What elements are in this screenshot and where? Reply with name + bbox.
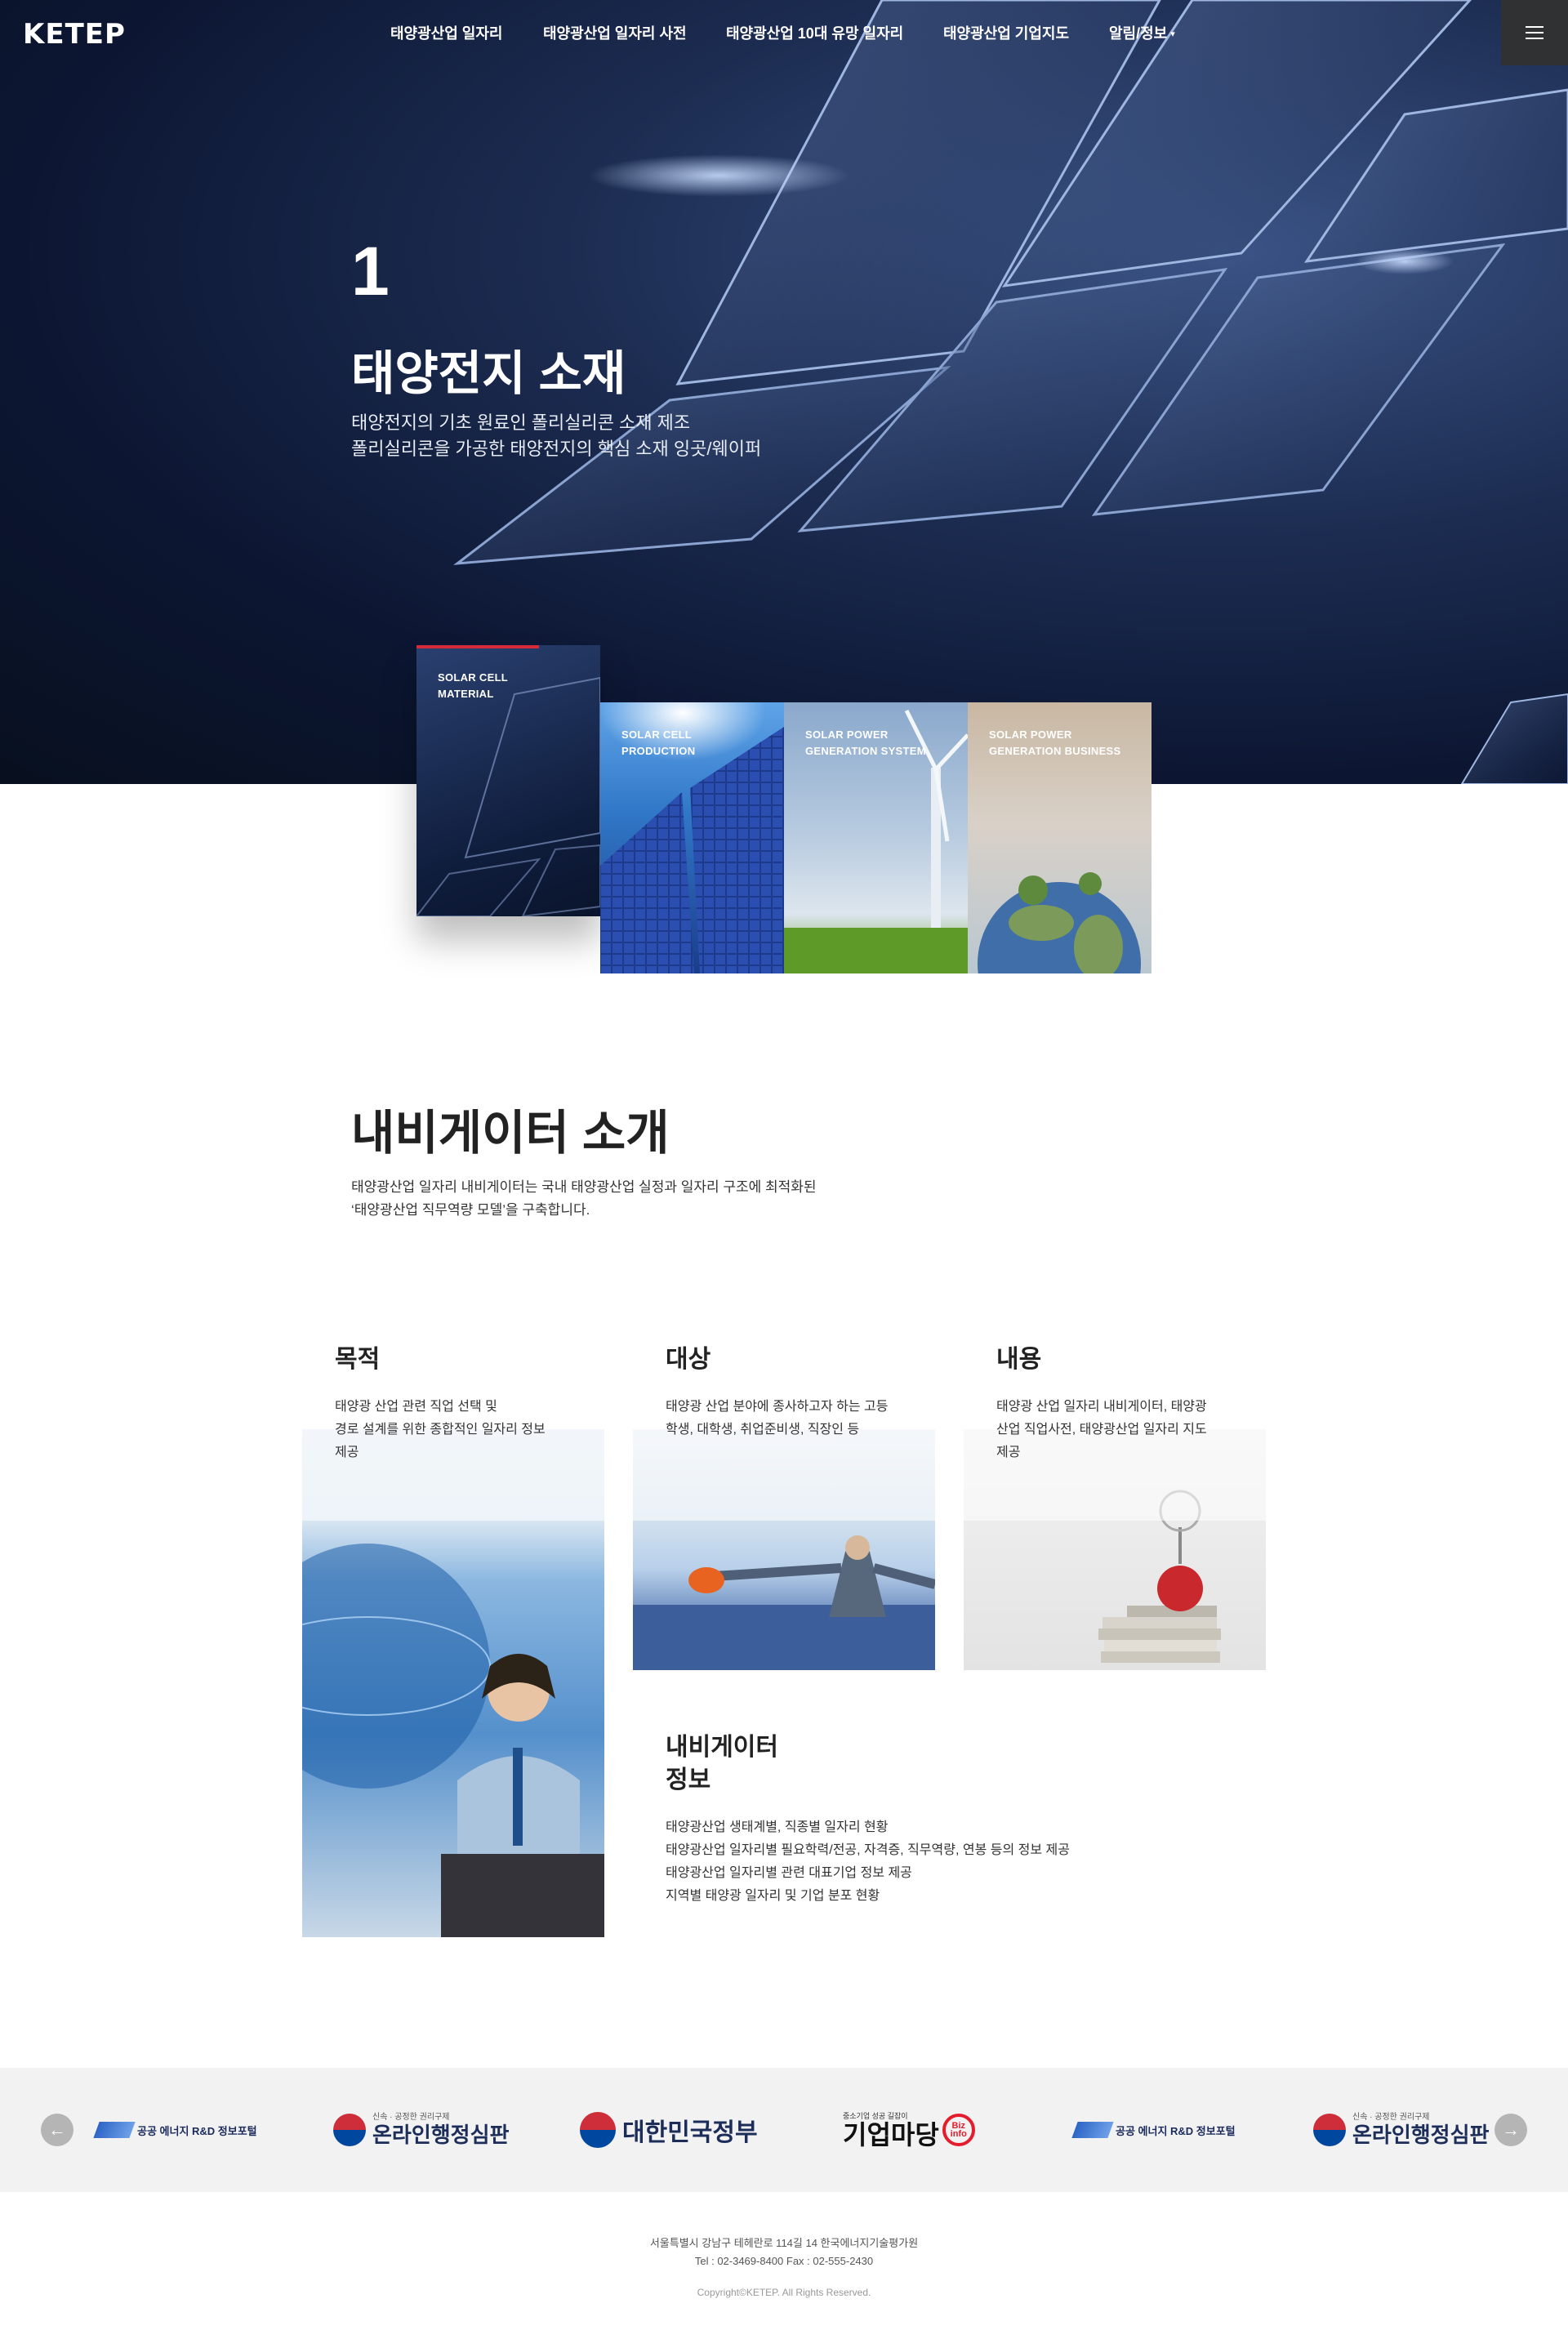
rnd-portal-logo-icon [93,2122,136,2138]
chevron-down-icon: ▾ [1170,29,1175,39]
info-content: 내용 태양광 산업 일자리 내비게이터, 태양광 산업 직업사전, 태양광산업 … [996,1343,1266,1464]
card-label: SOLAR CELL MATERIAL [438,670,508,702]
businessman-globe-photo [302,1429,604,1937]
nav-item-job-dictionary[interactable]: 태양광산업 일자리 사전 [543,22,687,43]
info-text: 태양광산업 생태계별, 직종별 일자리 현황 태양광산업 일자리별 필요학력/전… [666,1816,1237,1908]
card-label-line: SOLAR CELL [438,671,509,684]
info-target: 대상 태양광 산업 분야에 종사하고자 하는 고등 학생, 대학생, 취업준비생… [666,1343,935,1441]
nav-item-notice-info-label: 알림/정보 [1109,25,1168,42]
partner-energy-rnd-portal[interactable]: 공공 에너지 R&D 정보포털 [93,2107,257,2153]
hamburger-icon [1526,32,1544,33]
card-label-line: GENERATION SYSTEM [805,745,926,757]
category-card-generation-system[interactable]: SOLAR POWER GENERATION SYSTEM [784,702,968,973]
info-text-line: 제공 [996,1446,1021,1459]
info-text-line: 제공 [335,1446,359,1459]
partner-korea-government[interactable]: 대한민국정부 [580,2107,758,2153]
hero-title: 태양전지 소재 [351,347,626,400]
footer-copyright: Copyright©KETEP. All Rights Reserved. [697,2287,871,2298]
solar-panel-background-art [453,0,1568,784]
card-label-line: SOLAR POWER [989,728,1072,741]
partner-name: 온라인행정심판 [372,2123,510,2147]
photo-fade-overlay [633,1429,935,1521]
card-label-line: GENERATION BUSINESS [989,745,1121,757]
hero-desc-line: 폴리실리콘을 가공한 태양전지의 핵심 소재 잉곳/웨이퍼 [351,439,762,459]
info-text: 태양광 산업 분야에 종사하고자 하는 고등 학생, 대학생, 취업준비생, 직… [666,1396,935,1441]
nav-item-notice-info[interactable]: 알림/정보 ▾ [1109,22,1175,43]
main-nav: 태양광산업 일자리 태양광산업 일자리 사전 태양광산업 10대 유망 일자리 … [0,0,1568,65]
section-desc-line: 태양광산업 일자리 내비게이터는 국내 태양광산업 실정과 일자리 구조에 최적… [351,1179,817,1195]
info-title: 내용 [996,1346,1042,1373]
bizinfo-badge-icon: Biz info [942,2114,975,2146]
partner-name: 공공 에너지 R&D 정보포털 [1116,2124,1236,2137]
info-text-line: 태양광산업 생태계별, 직종별 일자리 현황 [666,1820,889,1834]
card-label: SOLAR POWER GENERATION BUSINESS [989,727,1120,760]
info-title: 목적 [335,1346,381,1373]
partner-next-button[interactable]: → [1494,2114,1527,2146]
taeguk-emblem-icon [580,2112,616,2148]
taeguk-emblem-icon [1313,2114,1346,2146]
card-label-line: PRODUCTION [621,745,696,757]
nav-item-solar-jobs[interactable]: 태양광산업 일자리 [390,22,502,43]
info-title: 내비게이터 정보 [666,1731,1237,1797]
info-text: 태양광 산업 일자리 내비게이터, 태양광 산업 직업사전, 태양광산업 일자리… [996,1396,1266,1464]
partner-name: 공공 에너지 R&D 정보포털 [137,2124,257,2137]
partner-prev-button[interactable]: ← [41,2114,74,2146]
worker-solar-field-photo [633,1429,935,1670]
info-purpose: 목적 태양광 산업 관련 직업 선택 및 경로 설계를 위한 종합적인 일자리 … [335,1343,604,1464]
nav-item-top10-jobs[interactable]: 태양광산업 10대 유망 일자리 [726,22,903,43]
card-label-line: MATERIAL [438,688,494,700]
partner-name: 온라인행정심판 [1352,2123,1490,2147]
section-desc-line: ‘태양광산업 직무역량 모델’을 구축합니다. [351,1202,590,1218]
section-title: 내비게이터 소개 [351,1107,670,1160]
category-card-solar-cell-material[interactable]: SOLAR CELL MATERIAL [416,645,600,916]
nav-item-company-map[interactable]: 태양광산업 기업지도 [943,22,1069,43]
info-text-line: 학생, 대학생, 취업준비생, 직장인 등 [666,1423,860,1437]
category-card-solar-cell-production[interactable]: SOLAR CELL PRODUCTION [600,702,784,973]
footer-address: 서울특별시 강남구 테헤란로 114길 14 한국에너지기술평가원 [649,2237,919,2249]
partner-name: 기업마당 [843,2120,939,2150]
arrow-left-icon: ← [48,2119,66,2140]
badge-line: info [950,2129,967,2139]
info-text-line: 태양광산업 일자리별 필요학력/전공, 자격증, 직무역량, 연봉 등의 정보 … [666,1843,1070,1857]
info-text-line: 지역별 태양광 일자리 및 기업 분포 현황 [666,1889,880,1903]
info-text-line: 태양광 산업 분야에 종사하고자 하는 고등 [666,1400,889,1414]
hero-number: 1 [351,233,390,310]
card-label: SOLAR CELL PRODUCTION [621,727,695,760]
category-card-generation-business[interactable]: SOLAR POWER GENERATION BUSINESS [968,702,1152,973]
partner-tagline: 신속 · 공정한 권리구제 [372,2113,450,2122]
card-label-line: SOLAR POWER [805,728,889,741]
arrow-right-icon: → [1502,2119,1520,2140]
info-text-line: 태양광 산업 관련 직업 선택 및 [335,1400,497,1414]
hero-banner: KETEP 태양광산업 일자리 태양광산업 일자리 사전 태양광산업 10대 유… [0,0,1568,784]
partner-energy-rnd-portal[interactable]: 공공 에너지 R&D 정보포털 [1071,2107,1236,2153]
partner-online-admin-appeal[interactable]: 신속 · 공정한 권리구제 온라인행정심판 [1313,2107,1489,2153]
partner-banner: ← 공공 에너지 R&D 정보포털 신속 · 공정한 권리구제 온라인행정심판 … [0,2068,1568,2192]
info-text-line: 경로 설계를 위한 종합적인 일자리 정보 [335,1423,546,1437]
info-text-line: 태양광 산업 일자리 내비게이터, 태양광 [996,1400,1207,1414]
section-description: 태양광산업 일자리 내비게이터는 국내 태양광산업 실정과 일자리 구조에 최적… [351,1176,817,1222]
info-text: 태양광 산업 관련 직업 선택 및 경로 설계를 위한 종합적인 일자리 정보 … [335,1396,604,1464]
info-title: 대상 [666,1346,711,1373]
card-label-line: SOLAR CELL [621,728,693,741]
card-label: SOLAR POWER GENERATION SYSTEM [805,727,926,760]
info-navigator: 내비게이터 정보 태양광산업 생태계별, 직종별 일자리 현황 태양광산업 일자… [666,1731,1237,1908]
info-title-line: 정보 [666,1767,711,1793]
top-navigation: KETEP 태양광산업 일자리 태양광산업 일자리 사전 태양광산업 10대 유… [0,0,1568,65]
partner-bizinfo[interactable]: 중소기업 성공 길잡이 기업마당 Biz info [843,2107,975,2153]
site-footer: 서울특별시 강남구 테헤란로 114길 14 한국에너지기술평가원 Tel : … [0,2192,1568,2339]
hamburger-menu-button[interactable] [1501,0,1568,65]
partner-name: 대한민국정부 [622,2119,758,2146]
hero-desc-line: 태양전지의 기초 원료인 폴리실리콘 소재 제조 [351,412,691,433]
rnd-portal-logo-icon [1071,2122,1114,2138]
info-title-line: 내비게이터 [666,1734,778,1761]
hero-description: 태양전지의 기초 원료인 폴리실리콘 소재 제조 폴리실리콘을 가공한 태양전지… [351,410,761,462]
info-text-line: 태양광산업 일자리별 관련 대표기업 정보 제공 [666,1866,912,1880]
footer-contact: Tel : 02-3469-8400 Fax : 02-555-2430 [694,2255,874,2267]
partner-tagline: 신속 · 공정한 권리구제 [1352,2113,1430,2122]
taeguk-emblem-icon [333,2114,366,2146]
info-text-line: 산업 직업사전, 태양광산업 일자리 지도 [996,1423,1207,1437]
apple-books-photo [964,1429,1266,1670]
partner-online-admin-appeal[interactable]: 신속 · 공정한 권리구제 온라인행정심판 [333,2107,509,2153]
